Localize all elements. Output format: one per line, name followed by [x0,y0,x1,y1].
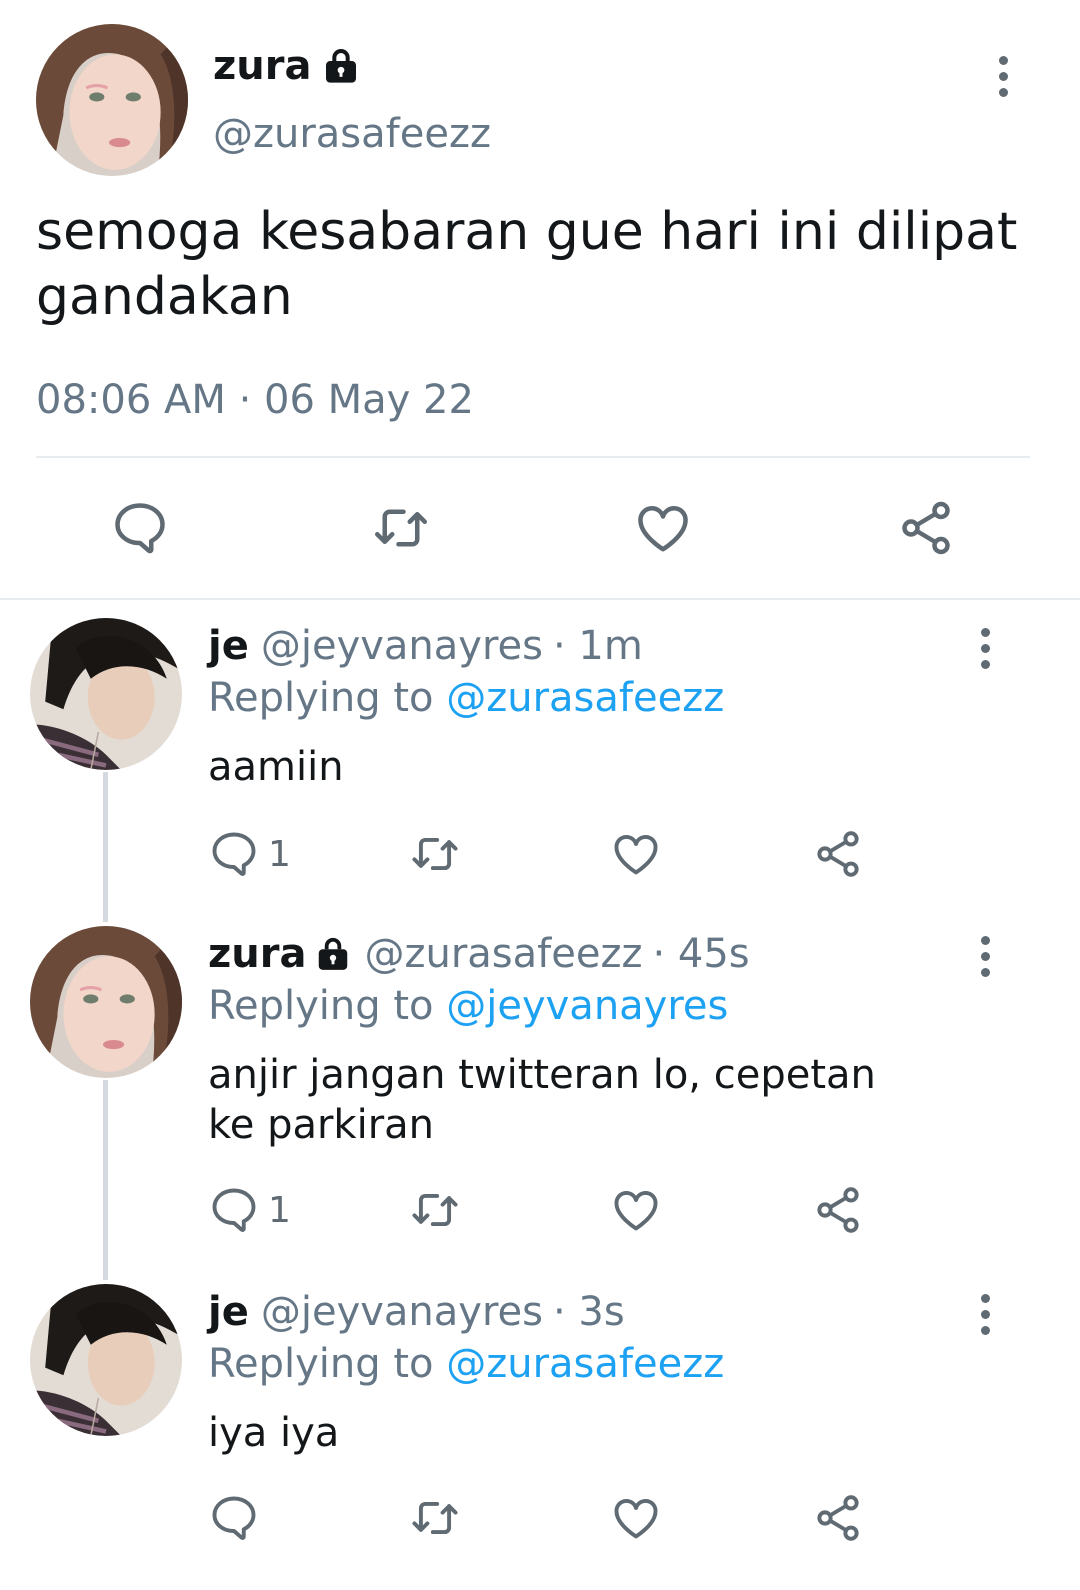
mention-link[interactable]: @zurasafeezz [446,675,724,721]
retweet-icon [406,1492,464,1544]
like-icon [633,498,693,558]
reply-author-name-text: zura [208,931,307,977]
mention-link[interactable]: @jeyvanayres [446,983,728,1029]
reply-author-name[interactable]: je [208,618,249,674]
reply-icon [208,1492,260,1544]
reply-button[interactable] [110,498,170,558]
main-tweet-author[interactable]: zura [213,38,361,94]
replying-to: Replying to @zurasafeezz [208,1336,724,1392]
lock-icon [321,46,361,86]
retweet-button[interactable] [368,498,434,558]
like-button[interactable] [633,498,693,558]
reply-text: aamiin [208,744,344,790]
thread-line [103,1080,108,1280]
replying-to-label: Replying to [208,675,447,721]
reply-author-name[interactable]: zura [208,926,352,982]
reply-text: anjir jangan twitteran lo, cepetan ke pa… [208,1052,876,1148]
reply-button[interactable]: 1 [208,828,291,880]
like-button[interactable] [610,1184,662,1236]
more-options-icon[interactable] [996,56,1010,104]
like-button[interactable] [610,828,662,880]
replying-to-label: Replying to [208,983,447,1029]
reply-header: je @jeyvanayres · 3s [208,1284,625,1340]
reply-header: je @jeyvanayres · 1m [208,618,643,674]
main-tweet-text: semoga kesabaran gue hari ini dilipat ga… [36,202,1018,327]
share-button[interactable] [896,498,956,558]
divider [0,598,1080,600]
more-options-icon[interactable] [978,628,992,676]
reply-icon [208,1184,260,1236]
share-icon [896,498,956,558]
reply-author-handle[interactable]: @zurasafeezz [364,926,642,982]
reply-header: zura @zurasafeezz · 45s [208,926,750,982]
share-button[interactable] [812,1184,864,1236]
reply-avatar[interactable] [30,618,182,770]
reply-author-name[interactable]: je [208,1284,249,1340]
lock-icon [314,935,352,973]
replying-to: Replying to @zurasafeezz [208,670,724,726]
more-options-icon[interactable] [978,1294,992,1342]
retweet-icon [368,498,434,558]
retweet-icon [406,1184,464,1236]
reply-author-handle[interactable]: @jeyvanayres [261,1284,543,1340]
reply-icon [208,828,260,880]
reply-author-handle[interactable]: @jeyvanayres [261,618,543,674]
reply-button[interactable]: 1 [208,1184,291,1236]
reply-time: · 45s [652,931,750,977]
reply-avatar[interactable] [30,1284,182,1436]
main-tweet-name: zura [213,43,312,89]
like-icon [610,1184,662,1236]
mention-link[interactable]: @zurasafeezz [446,1341,724,1387]
reply-icon [110,498,170,558]
reply-text: iya iya [208,1410,340,1456]
retweet-button[interactable] [406,1184,464,1236]
reply-count: 1 [268,1189,291,1231]
share-icon [812,1492,864,1544]
like-icon [610,1492,662,1544]
share-button[interactable] [812,828,864,880]
reply-time: · 3s [552,1289,625,1335]
retweet-button[interactable] [406,1492,464,1544]
reply-button[interactable] [208,1492,260,1544]
reply-count: 1 [268,833,291,875]
main-tweet-handle[interactable]: @zurasafeezz [213,106,491,162]
main-tweet-avatar[interactable] [36,24,188,176]
share-icon [812,828,864,880]
share-button[interactable] [812,1492,864,1544]
replying-to-label: Replying to [208,1341,447,1387]
like-button[interactable] [610,1492,662,1544]
retweet-button[interactable] [406,828,464,880]
thread-line [103,772,108,922]
more-options-icon[interactable] [978,936,992,984]
reply-time: · 1m [552,623,643,669]
main-tweet-timestamp: 08:06 AM · 06 May 22 [36,377,474,423]
like-icon [610,828,662,880]
replying-to: Replying to @jeyvanayres [208,978,728,1034]
divider [36,456,1030,458]
retweet-icon [406,828,464,880]
share-icon [812,1184,864,1236]
reply-avatar[interactable] [30,926,182,1078]
